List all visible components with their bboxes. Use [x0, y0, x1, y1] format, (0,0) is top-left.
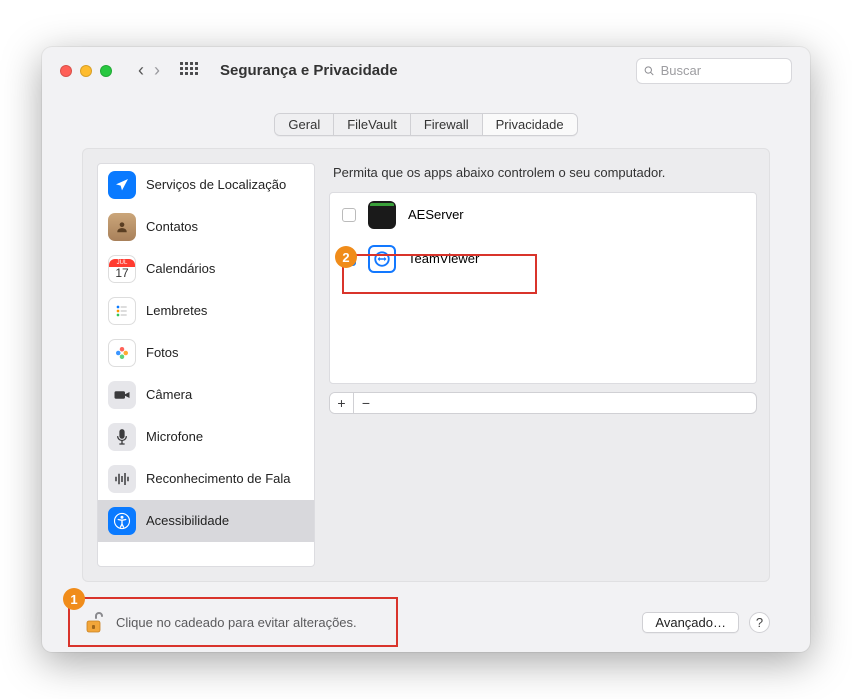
sidebar-item-location[interactable]: Serviços de Localização	[98, 164, 314, 206]
search-box[interactable]	[636, 58, 792, 84]
sidebar-item-label: Contatos	[146, 219, 198, 234]
photos-icon	[108, 339, 136, 367]
reminders-icon	[108, 297, 136, 325]
checkbox-aeserver[interactable]	[342, 208, 356, 222]
mic-icon	[108, 423, 136, 451]
show-all-button[interactable]	[180, 62, 198, 80]
sidebar-item-calendar[interactable]: JUL 17 Calendários	[98, 248, 314, 290]
remove-button[interactable]: −	[354, 393, 378, 413]
sidebar-item-contacts[interactable]: Contatos	[98, 206, 314, 248]
lock-icon[interactable]	[82, 611, 106, 635]
accessibility-icon	[108, 507, 136, 535]
contacts-icon	[108, 213, 136, 241]
advanced-button[interactable]: Avançado…	[642, 612, 739, 633]
footer: Clique no cadeado para evitar alterações…	[42, 602, 810, 652]
tab-filevault[interactable]: FileVault	[334, 114, 411, 135]
search-input[interactable]	[661, 63, 784, 78]
sidebar-item-label: Serviços de Localização	[146, 177, 286, 192]
annotation-badge-1: 1	[63, 588, 85, 610]
sidebar-item-reminders[interactable]: Lembretes	[98, 290, 314, 332]
maximize-button[interactable]	[100, 65, 112, 77]
sidebar: Serviços de Localização Contatos JUL 17 …	[97, 163, 315, 567]
help-button[interactable]: ?	[749, 612, 770, 633]
sidebar-item-label: Acessibilidade	[146, 513, 229, 528]
camera-icon	[108, 381, 136, 409]
titlebar: ‹ › Segurança e Privacidade	[42, 47, 810, 95]
content-area: Permita que os apps abaixo controlem o s…	[329, 163, 757, 567]
lock-text: Clique no cadeado para evitar alterações…	[116, 615, 357, 630]
location-icon	[108, 171, 136, 199]
sidebar-item-photos[interactable]: Fotos	[98, 332, 314, 374]
main-panel: Serviços de Localização Contatos JUL 17 …	[82, 148, 770, 582]
app-row-teamviewer[interactable]: TeamViewer	[330, 237, 756, 281]
speech-icon	[108, 465, 136, 493]
teamviewer-icon	[368, 245, 396, 273]
annotation-badge-2: 2	[335, 246, 357, 268]
sidebar-item-label: Câmera	[146, 387, 192, 402]
tab-privacidade[interactable]: Privacidade	[483, 114, 577, 135]
traffic-lights	[60, 65, 112, 77]
app-name: TeamViewer	[408, 251, 479, 266]
tab-geral[interactable]: Geral	[275, 114, 334, 135]
sidebar-item-camera[interactable]: Câmera	[98, 374, 314, 416]
sidebar-item-label: Microfone	[146, 429, 203, 444]
sidebar-item-speech[interactable]: Reconhecimento de Fala	[98, 458, 314, 500]
close-button[interactable]	[60, 65, 72, 77]
app-row-aeserver[interactable]: AEServer	[330, 193, 756, 237]
add-button[interactable]: +	[330, 393, 354, 413]
add-remove-buttons: + −	[329, 392, 757, 414]
instruction-text: Permita que os apps abaixo controlem o s…	[333, 165, 757, 180]
sidebar-item-label: Reconhecimento de Fala	[146, 471, 291, 486]
app-name: AEServer	[408, 207, 464, 222]
sidebar-item-label: Lembretes	[146, 303, 207, 318]
forward-button[interactable]: ›	[154, 60, 160, 81]
calendar-icon: JUL 17	[108, 255, 136, 283]
segmented-control: Geral FileVault Firewall Privacidade	[274, 113, 577, 136]
sidebar-item-label: Fotos	[146, 345, 179, 360]
sidebar-item-label: Calendários	[146, 261, 215, 276]
back-button[interactable]: ‹	[138, 60, 144, 81]
terminal-icon	[368, 201, 396, 229]
tab-firewall[interactable]: Firewall	[411, 114, 483, 135]
window-title: Segurança e Privacidade	[220, 62, 398, 79]
sidebar-item-microphone[interactable]: Microfone	[98, 416, 314, 458]
nav-buttons: ‹ ›	[138, 60, 160, 81]
sidebar-item-accessibility[interactable]: Acessibilidade	[98, 500, 314, 542]
tab-bar: Geral FileVault Firewall Privacidade	[42, 113, 810, 136]
app-list: AEServer TeamViewer	[329, 192, 757, 384]
preferences-window: ‹ › Segurança e Privacidade Geral FileVa…	[42, 47, 810, 652]
minimize-button[interactable]	[80, 65, 92, 77]
search-icon	[644, 65, 655, 77]
